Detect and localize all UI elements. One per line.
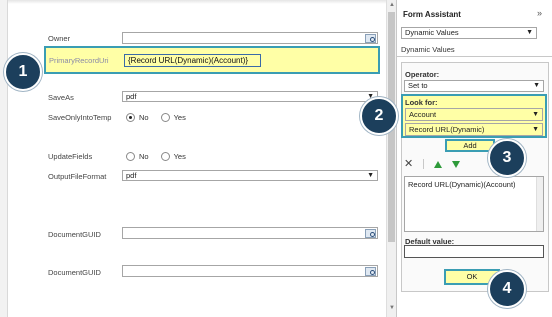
default-value-input[interactable] (404, 245, 544, 258)
save-as-select[interactable]: pdf ▼ (122, 91, 378, 102)
toolbar-separator (423, 159, 425, 169)
save-as-label: SaveAs (48, 93, 74, 102)
callout-badge-1: 1 (4, 53, 42, 91)
delete-icon[interactable]: ✕ (404, 159, 413, 170)
callout-badge-3: 3 (488, 139, 526, 177)
output-file-format-select[interactable]: pdf ▼ (122, 170, 378, 181)
page-left-edge (0, 0, 8, 317)
save-only-into-temp-no-radio[interactable] (126, 112, 135, 122)
callout-badge-4: 4 (488, 270, 526, 308)
expand-icon[interactable]: » (537, 8, 542, 18)
look-for-entity-select[interactable]: Account ▼ (405, 108, 543, 121)
move-down-icon[interactable] (452, 160, 461, 168)
dynamic-values-tab[interactable]: Dynamic Values (397, 44, 552, 57)
operator-value: Set to (408, 81, 428, 90)
radio-no-label: No (139, 112, 149, 122)
dropdown-arrow-icon: ▼ (526, 29, 533, 36)
save-only-into-temp-radios: No Yes (126, 112, 194, 122)
primary-record-uri-field[interactable]: {Record URL(Dynamic)(Account)} (124, 54, 261, 67)
move-up-icon[interactable] (434, 160, 443, 168)
scroll-up-arrow-icon[interactable]: ▲ (389, 2, 395, 8)
lookup-icon[interactable] (365, 267, 376, 276)
look-for-section: Look for: Account ▼ Record URL(Dynamic) … (401, 94, 547, 138)
look-for-field-value: Record URL(Dynamic) (409, 125, 485, 134)
document-guid-field[interactable] (122, 227, 378, 239)
output-file-format-value: pdf (126, 171, 137, 180)
top-shadow (8, 0, 386, 4)
document-guid-label: DocumentGUID (48, 230, 101, 239)
document-guid-label-2: DocumentGUID (48, 268, 101, 277)
save-only-into-temp-yes-radio[interactable] (160, 112, 170, 122)
look-for-label: Look for: (405, 98, 438, 107)
assistant-mode-value: Dynamic Values (405, 28, 459, 37)
dropdown-arrow-icon: ▼ (532, 126, 539, 133)
update-fields-no-radio[interactable] (126, 151, 135, 161)
add-button[interactable]: Add (445, 139, 495, 152)
primary-record-uri-row: PrimaryRecordUri {Record URL(Dynamic)(Ac… (44, 46, 380, 74)
values-toolbar: ✕ (404, 158, 461, 170)
output-file-format-label: OutputFileFormat (48, 172, 107, 181)
dropdown-arrow-icon: ▼ (533, 82, 540, 89)
lookup-icon[interactable] (365, 34, 376, 43)
dynamic-values-list[interactable]: Record URL(Dynamic)(Account) (404, 176, 544, 232)
look-for-field-select[interactable]: Record URL(Dynamic) ▼ (405, 123, 543, 136)
owner-label: Owner (48, 34, 71, 43)
save-only-into-temp-label: SaveOnlyIntoTemp (48, 113, 112, 122)
owner-field[interactable] (122, 32, 378, 44)
dropdown-arrow-icon: ▼ (367, 172, 374, 179)
document-guid-field-2[interactable] (122, 265, 378, 277)
scroll-down-arrow-icon[interactable]: ▼ (389, 305, 395, 311)
radio-yes-label: Yes (173, 151, 186, 161)
dropdown-arrow-icon: ▼ (532, 111, 539, 118)
dynamic-value-item[interactable]: Record URL(Dynamic)(Account) (408, 180, 516, 189)
update-fields-radios: No Yes (126, 151, 194, 161)
callout-badge-2: 2 (360, 97, 398, 135)
save-as-value: pdf (126, 92, 137, 101)
operator-label: Operator: (405, 70, 440, 79)
radio-yes-label: Yes (173, 112, 186, 122)
panel-title: Form Assistant (403, 10, 461, 19)
assistant-mode-select[interactable]: Dynamic Values ▼ (401, 27, 537, 39)
update-fields-label: UpdateFields (48, 152, 93, 161)
look-for-entity-value: Account (409, 110, 437, 119)
update-fields-yes-radio[interactable] (160, 151, 170, 161)
list-scrollbar[interactable] (536, 177, 543, 231)
form-scrollbar[interactable]: ▲ ▼ (386, 0, 396, 317)
primary-record-uri-label: PrimaryRecordUri (49, 56, 109, 65)
operator-select[interactable]: Set to ▼ (404, 80, 544, 92)
lookup-icon[interactable] (365, 229, 376, 238)
radio-no-label: No (139, 151, 149, 161)
